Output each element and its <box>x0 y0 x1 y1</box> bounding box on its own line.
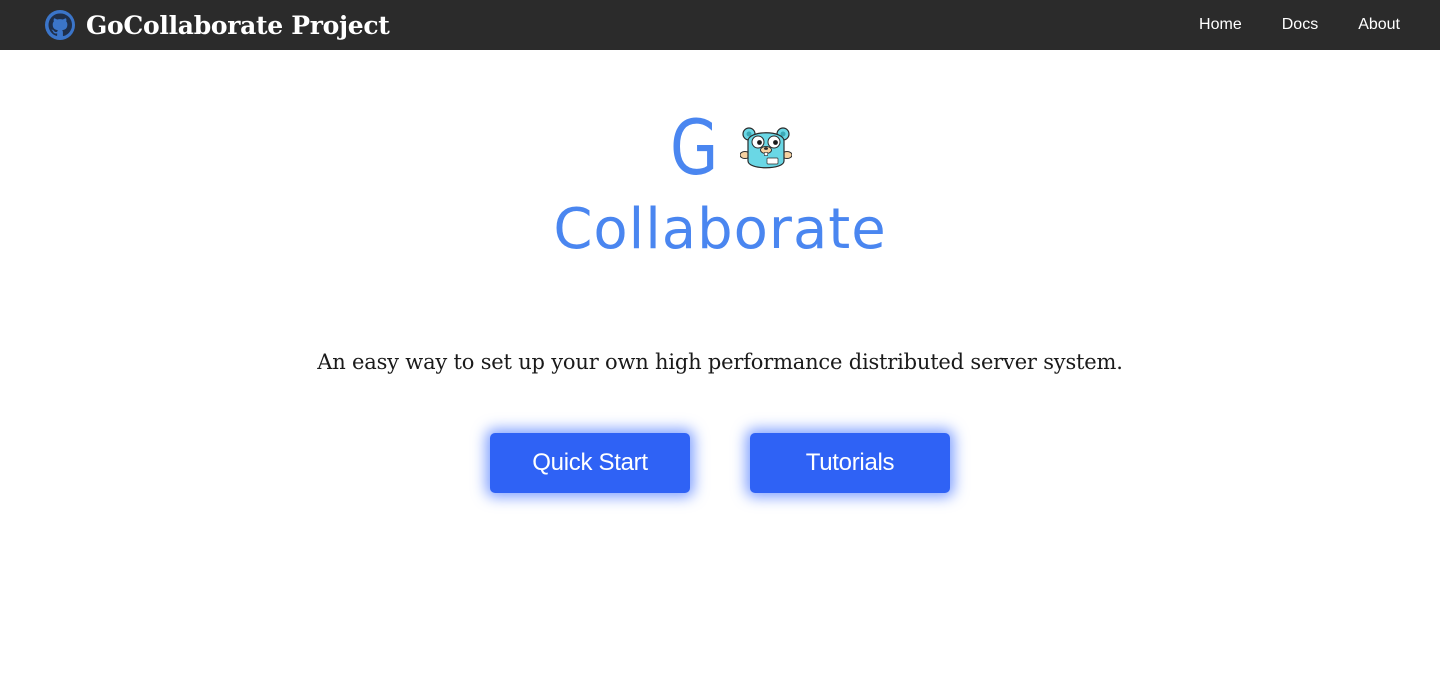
main-nav: Home Docs About <box>1199 0 1400 50</box>
github-icon <box>44 9 76 41</box>
tutorials-button[interactable]: Tutorials <box>750 433 950 493</box>
nav-docs-link[interactable]: Docs <box>1282 16 1318 34</box>
quick-start-button[interactable]: Quick Start <box>490 433 690 493</box>
logo-letter: G <box>670 103 719 192</box>
hero-tagline: An easy way to set up your own high perf… <box>317 350 1123 374</box>
logo-wordmark: Collaborate <box>553 197 887 262</box>
top-navbar: GoCollaborate Project Home Docs About <box>0 0 1440 50</box>
hero-logo: G Collaborate <box>0 100 1440 270</box>
brand-title: GoCollaborate Project <box>86 10 390 40</box>
brand-link[interactable]: GoCollaborate Project <box>44 8 390 42</box>
nav-about-link[interactable]: About <box>1358 16 1400 34</box>
nav-home-link[interactable]: Home <box>1199 16 1242 34</box>
go-gopher-icon <box>739 125 793 171</box>
hero-actions: Quick Start Tutorials <box>0 433 1440 493</box>
